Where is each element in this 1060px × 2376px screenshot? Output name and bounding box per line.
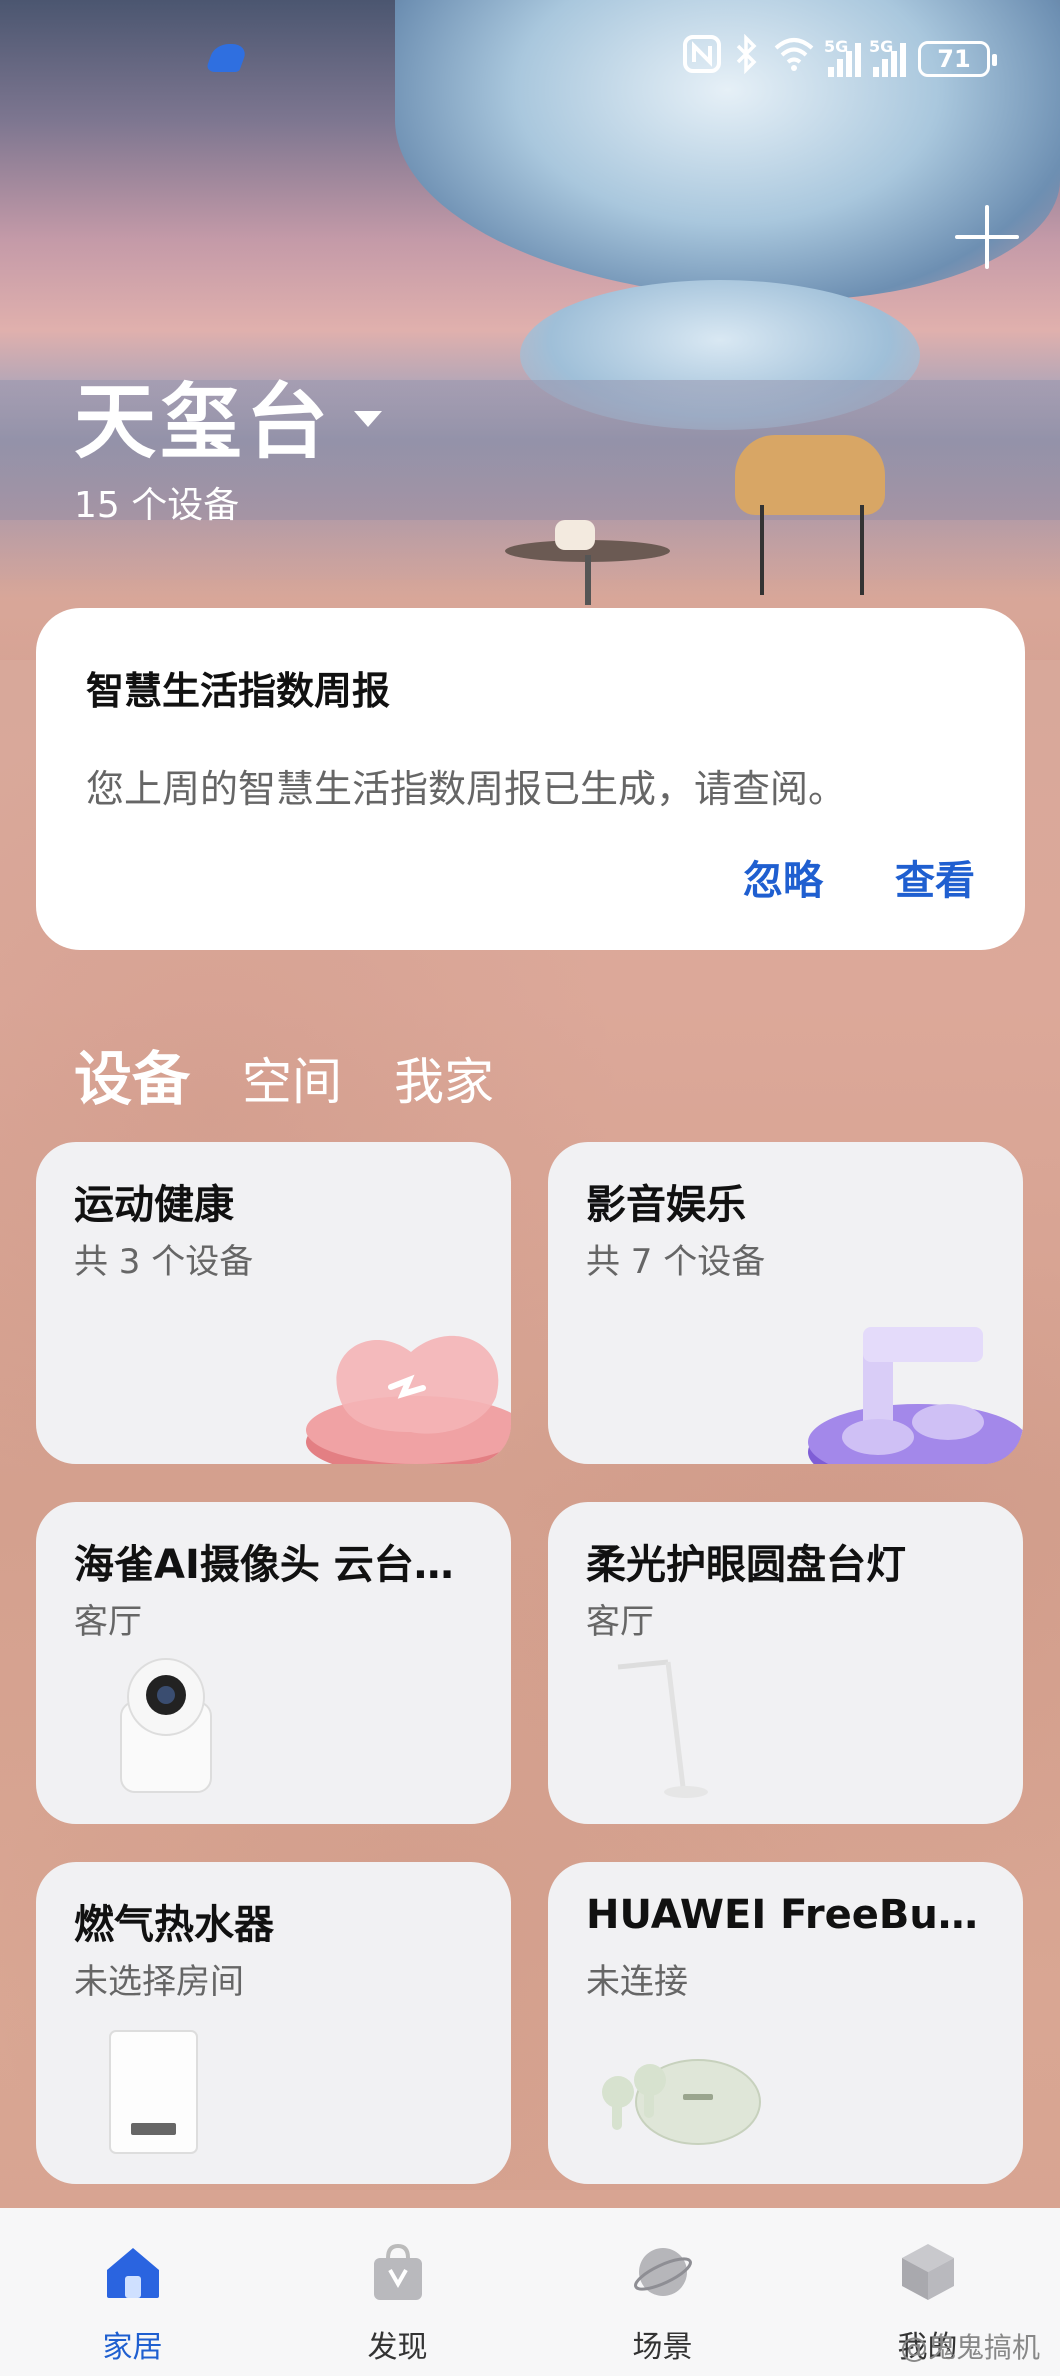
nav-scenes[interactable]: 场景: [530, 2208, 795, 2376]
card-subtitle: 未选择房间: [74, 1962, 244, 2002]
device-card-desk-lamp[interactable]: 柔光护眼圆盘台灯 客厅: [548, 1502, 1023, 1824]
tab-bar: 设备 空间 我家: [74, 1032, 494, 1116]
card-title: 海雀AI摄像头 云台…: [74, 1542, 454, 1588]
bluetooth-icon: [734, 33, 760, 83]
tab-devices[interactable]: 设备: [74, 1032, 190, 1116]
tab-my-home[interactable]: 我家: [394, 1042, 494, 1114]
table-leg-image: [585, 555, 591, 605]
ignore-button[interactable]: 忽略: [743, 848, 823, 906]
notice-actions: 忽略 查看: [743, 848, 975, 906]
watermark: @鬼鬼搞机: [899, 2331, 1040, 2364]
card-subtitle: 未连接: [586, 1962, 688, 2002]
health-heart-icon: [306, 1335, 511, 1464]
chair-leg-image: [860, 505, 864, 595]
card-title: 运动健康: [74, 1182, 234, 1228]
home-name: 天玺台: [74, 375, 333, 470]
card-subtitle: 客厅: [74, 1602, 142, 1642]
home-selector[interactable]: 天玺台: [74, 355, 383, 474]
nav-label: 场景: [632, 2330, 693, 2365]
tab-spaces[interactable]: 空间: [242, 1042, 342, 1114]
notice-title: 智慧生活指数周报: [86, 669, 391, 713]
chair-leg-image: [760, 505, 764, 595]
chair-image: [735, 435, 885, 515]
status-icons: 5G 5G 71: [682, 33, 997, 83]
card-title: 影音娱乐: [586, 1182, 746, 1228]
camera-icon: [120, 1658, 212, 1793]
weekly-report-card: 智慧生活指数周报 您上周的智慧生活指数周报已生成，请查阅。 忽略 查看: [36, 608, 1025, 950]
device-card-entertainment[interactable]: 影音娱乐 共 7 个设备: [548, 1142, 1023, 1464]
caret-down-icon: [354, 410, 383, 427]
card-title: HUAWEI FreeBud…: [586, 1892, 986, 1938]
water-heater-icon: [109, 2030, 198, 2154]
nav-label: 发现: [367, 2330, 428, 2365]
nav-home[interactable]: 家居: [0, 2208, 265, 2376]
notice-body: 您上周的智慧生活指数周报已生成，请查阅。: [86, 767, 847, 811]
device-card-health[interactable]: 运动健康 共 3 个设备: [36, 1142, 511, 1464]
wifi-icon: [772, 34, 816, 83]
planet-icon: [633, 2248, 692, 2296]
card-subtitle: 共 7 个设备: [586, 1242, 766, 1282]
battery-icon: 71: [918, 40, 997, 77]
card-title: 柔光护眼圆盘台灯: [586, 1542, 906, 1588]
notification-icon: [204, 44, 250, 72]
nfc-icon: [682, 34, 722, 83]
shopping-bag-icon: [373, 2243, 422, 2300]
status-bar: 5G 5G 71: [0, 0, 1060, 110]
add-device-button[interactable]: [955, 205, 1019, 269]
desk-lamp-icon: [617, 1659, 708, 1798]
signal-label: 5G: [869, 36, 894, 56]
earbuds-icon: [602, 2059, 761, 2145]
signal-icon: 5G: [869, 37, 906, 77]
music-note-icon: [808, 1327, 1023, 1464]
device-card-water-heater[interactable]: 燃气热水器 未选择房间: [36, 1862, 511, 2184]
lamp-image: [555, 520, 595, 550]
signal-label: 5G: [824, 36, 849, 56]
card-subtitle: 共 3 个设备: [74, 1242, 254, 1282]
cube-icon: [901, 2244, 954, 2300]
nav-discover[interactable]: 发现: [265, 2208, 530, 2376]
device-card-camera[interactable]: 海雀AI摄像头 云台… 客厅: [36, 1502, 511, 1824]
home-icon: [106, 2248, 159, 2298]
device-count: 15 个设备: [74, 485, 240, 526]
card-subtitle: 客厅: [586, 1602, 654, 1642]
signal-icon: 5G: [824, 37, 861, 77]
device-card-earbuds[interactable]: HUAWEI FreeBud… 未连接: [548, 1862, 1023, 2184]
card-title: 燃气热水器: [74, 1902, 274, 1948]
view-button[interactable]: 查看: [895, 848, 975, 906]
nav-label: 家居: [102, 2330, 163, 2365]
